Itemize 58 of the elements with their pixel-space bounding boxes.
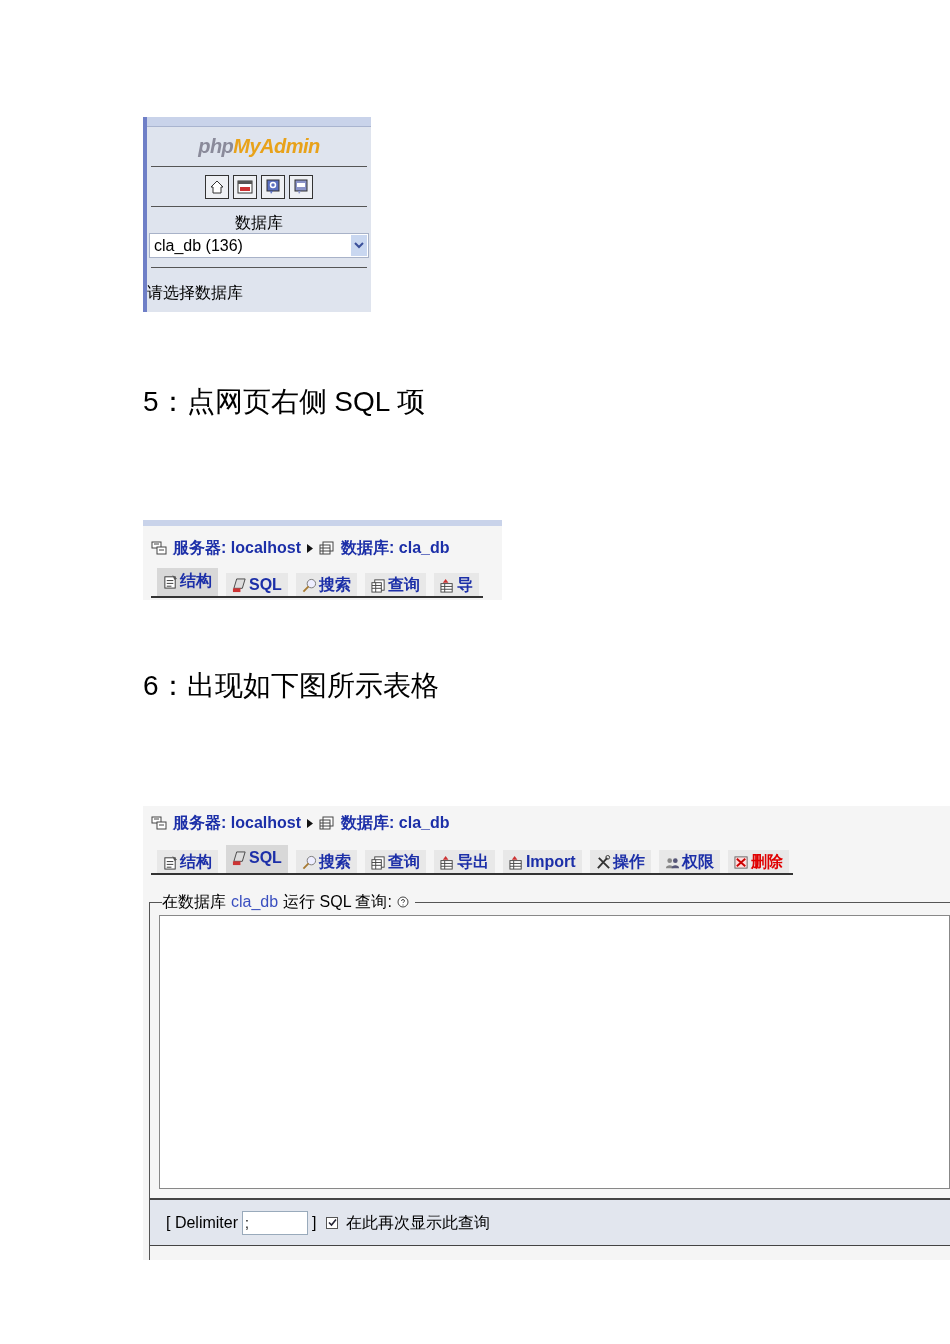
triangle-icon xyxy=(307,543,313,553)
tab[interactable]: SQL xyxy=(226,845,288,873)
database-link[interactable]: cla_db xyxy=(231,892,279,912)
checkbox[interactable] xyxy=(326,1216,339,1229)
delimiter-field[interactable]: ; xyxy=(242,1210,308,1235)
sql-window-icon[interactable] xyxy=(233,175,257,199)
help-icon[interactable] xyxy=(396,896,409,908)
tab[interactable]: 搜索 xyxy=(295,850,357,873)
server-icon xyxy=(151,541,167,555)
help-icon[interactable] xyxy=(261,175,285,199)
table-arrow-icon xyxy=(439,854,455,870)
tab[interactable]: SQL xyxy=(226,573,288,596)
table-arrow-icon xyxy=(508,854,524,870)
checkbox-label: 在此再次显示此查询 xyxy=(346,1212,491,1233)
delimiter-label: [ Delimiter xyxy=(166,1212,238,1233)
home-icon[interactable] xyxy=(205,175,229,199)
legend-text: 在数据库 xyxy=(162,892,226,912)
script-icon xyxy=(232,577,247,593)
legend-text: 运行 SQL 查询: xyxy=(283,892,392,912)
hint-text: 请选择数据库 xyxy=(147,284,244,302)
tab[interactable]: 查询 xyxy=(364,573,426,596)
tab[interactable]: 结构 xyxy=(157,850,218,873)
table-arrow-icon xyxy=(439,577,455,593)
tab[interactable]: 导出 xyxy=(433,850,495,873)
breadcrumb-link[interactable]: 数据库: cla_db xyxy=(341,536,450,560)
tools-icon xyxy=(595,854,611,870)
logo: phpMyAdmin xyxy=(197,134,321,159)
breadcrumb-link[interactable]: 数据库: cla_db xyxy=(341,811,450,835)
script-icon xyxy=(232,850,247,866)
search-icon xyxy=(301,577,317,593)
document-icon xyxy=(163,854,178,870)
document-icon xyxy=(163,573,178,589)
bracket-text: ] xyxy=(312,1212,317,1233)
table-icon xyxy=(370,577,386,593)
database-select[interactable]: cla_db (136) xyxy=(149,233,369,258)
delete-icon xyxy=(733,854,749,870)
tab[interactable]: 结构 xyxy=(157,568,218,596)
tab[interactable]: 权限 xyxy=(658,850,720,873)
tab[interactable]: 导 xyxy=(433,573,479,596)
tab[interactable]: 查询 xyxy=(364,850,426,873)
server-icon xyxy=(151,816,167,830)
breadcrumb-link[interactable]: 服务器: localhost xyxy=(173,811,301,835)
table-icon xyxy=(370,854,386,870)
tab[interactable]: 搜索 xyxy=(295,573,357,596)
database-icon xyxy=(319,816,335,830)
tab[interactable]: 操作 xyxy=(589,850,651,873)
search-icon xyxy=(301,854,317,870)
step-text: 6：出现如下图所示表格 xyxy=(143,669,440,703)
tab[interactable]: Import xyxy=(502,850,582,873)
tab[interactable]: 删除 xyxy=(727,850,789,873)
chevron-down-icon xyxy=(351,235,367,256)
triangle-icon xyxy=(307,818,313,828)
database-icon xyxy=(319,541,335,555)
sql-docs-icon[interactable] xyxy=(289,175,313,199)
breadcrumb-link[interactable]: 服务器: localhost xyxy=(173,536,301,560)
database-label: 数据库 xyxy=(234,213,284,233)
sql-query-field[interactable] xyxy=(159,915,950,1189)
step-text: 5：点网页右侧 SQL 项 xyxy=(143,385,427,419)
